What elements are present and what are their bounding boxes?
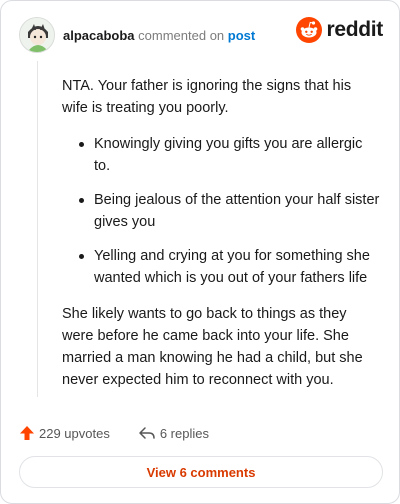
comment-header: alpacaboba commented on post reddit bbox=[19, 15, 383, 55]
list-item: Knowingly giving you gifts you are aller… bbox=[62, 133, 380, 177]
thread-line[interactable] bbox=[37, 61, 38, 397]
action-text: commented on bbox=[138, 27, 225, 43]
comment-intro: NTA. Your father is ignoring the signs t… bbox=[62, 78, 352, 116]
avatar-icon bbox=[20, 18, 54, 52]
post-link[interactable]: post bbox=[228, 28, 255, 43]
comment-body: NTA. Your father is ignoring the signs t… bbox=[62, 75, 380, 391]
list-item: Yelling and crying at you for something … bbox=[62, 245, 380, 289]
reddit-brand[interactable]: reddit bbox=[296, 17, 383, 43]
comment-meta: alpacaboba commented on post bbox=[63, 28, 255, 43]
brand-wordmark: reddit bbox=[326, 18, 383, 41]
comment-closing: She likely wants to go back to things as… bbox=[62, 306, 363, 388]
upvote-button[interactable]: 229 upvotes bbox=[19, 425, 110, 441]
comment-card: alpacaboba commented on post reddit NTA.… bbox=[0, 0, 400, 504]
view-comments-label: View 6 comments bbox=[146, 464, 256, 480]
view-comments-button[interactable]: View 6 comments bbox=[19, 456, 383, 488]
username[interactable]: alpacaboba bbox=[63, 28, 135, 43]
comment-bullet-list: Knowingly giving you gifts you are aller… bbox=[62, 133, 380, 289]
upvote-arrow-icon bbox=[20, 426, 34, 440]
reply-count: 6 replies bbox=[159, 425, 209, 441]
reply-arrow-icon bbox=[139, 427, 155, 439]
list-item: Being jealous of the attention your half… bbox=[62, 189, 380, 233]
avatar[interactable] bbox=[19, 17, 55, 53]
upvote-count: 229 upvotes bbox=[39, 425, 110, 441]
reddit-logo-icon bbox=[296, 17, 323, 43]
comment-footer: 229 upvotes 6 replies bbox=[19, 422, 209, 444]
replies-button[interactable]: 6 replies bbox=[138, 425, 209, 441]
